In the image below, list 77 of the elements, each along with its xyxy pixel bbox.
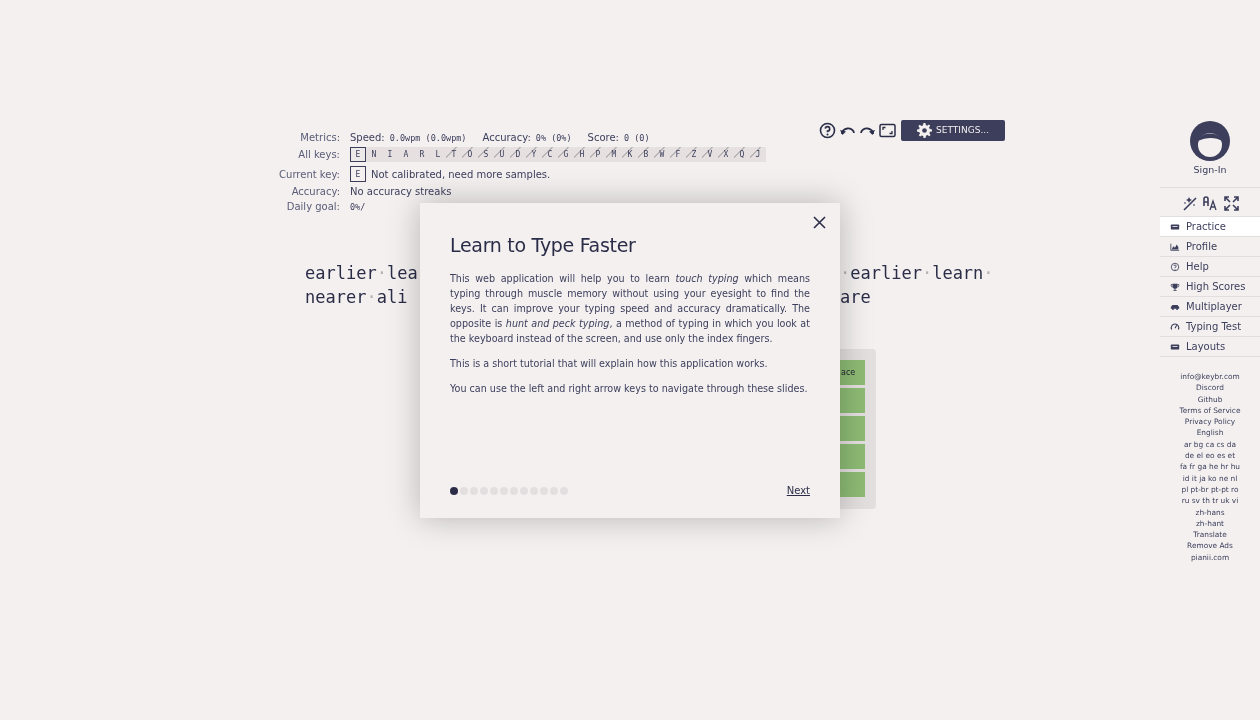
key-tile: U (494, 147, 510, 162)
key-tile: H (574, 147, 590, 162)
key-tile: T (446, 147, 462, 162)
field-label: All keys: (297, 149, 340, 160)
metric-label: Speed: (350, 132, 385, 143)
key-tile: M (606, 147, 622, 162)
keyboard-key (840, 444, 865, 469)
help-icon (1170, 261, 1180, 272)
dialog-title: Learn to Type Faster (450, 234, 637, 256)
key-tile: N (366, 147, 382, 162)
font-icon[interactable] (1202, 196, 1219, 211)
key-tile: V (702, 147, 718, 162)
key-tile: Q (734, 147, 750, 162)
trophy-icon (1170, 281, 1180, 292)
slide-dot[interactable] (450, 486, 458, 495)
metric-value: 0 (0) (624, 132, 650, 143)
keyboard-key (840, 388, 865, 413)
status-text: Not calibrated, need more samples. (371, 168, 551, 180)
lesson-text: earlier·lea (305, 263, 418, 283)
nav-item[interactable]: Typing Test (1160, 317, 1260, 337)
goal-value: 0%/ (350, 201, 367, 212)
close-button[interactable] (811, 214, 828, 231)
magic-wand-icon[interactable] (1181, 196, 1198, 211)
lesson-text: are (840, 286, 871, 309)
sign-in-link[interactable]: Sign-In (1193, 164, 1227, 175)
keyboard-key (840, 472, 865, 497)
key-tile: Y (526, 147, 542, 162)
fullscreen-icon[interactable] (879, 121, 897, 139)
metric-label: Accuracy: (482, 132, 531, 143)
help-icon[interactable] (819, 121, 837, 139)
nav-item[interactable]: Layouts (1160, 337, 1260, 357)
key-tile: E (350, 166, 366, 182)
nav-item[interactable]: High Scores (1160, 277, 1260, 297)
key-tile: R (414, 147, 430, 162)
key-tile: G (558, 147, 574, 162)
field-label: Current key: (278, 168, 340, 180)
dialog-paragraph: You can use the left and right arrow keys to navigate through these slides. (450, 382, 809, 396)
lesson-text: ·earlier·learn· (840, 262, 994, 285)
key-tile: W (654, 147, 670, 162)
key-tile: A (398, 147, 414, 162)
key-tile: J (750, 147, 766, 162)
key-tile: S (478, 147, 494, 162)
key-tile: F (670, 147, 686, 162)
key-tile: O (462, 147, 478, 162)
status-text: No accuracy streaks (350, 186, 453, 197)
nav-item[interactable]: Profile (1160, 237, 1260, 257)
expand-icon[interactable] (1223, 196, 1239, 211)
dialog-paragraph: This web application will help you to learn touch typing which means typing through muscle memory without using your eyesight to find the keys. It can improve your typing speed and accuracy dramatically. The opposite is hunt and peck typing, a method of typing in which you look at the keyboard instead of the screen, and use only the index fingers. (450, 272, 810, 346)
gauge-icon (1170, 321, 1180, 332)
metric-value: 0% (0%) (535, 132, 572, 143)
nav-item[interactable]: Multiplayer (1160, 297, 1260, 317)
lesson-text: nearer·ali (305, 287, 408, 307)
gear-icon (917, 122, 933, 138)
avatar-icon[interactable] (1190, 121, 1230, 161)
key-tile: D (510, 147, 526, 162)
metric-label: Score: (587, 132, 619, 143)
chart-icon (1170, 241, 1180, 252)
keyboard-key (840, 416, 865, 441)
key-tile: E (350, 147, 366, 162)
field-label: Accuracy: (290, 186, 340, 197)
dialog-paragraph: This is a short tutorial that will explain how this application works. (450, 357, 769, 371)
key-tile: Z (686, 147, 702, 162)
settings-button[interactable]: SETTINGS... (901, 119, 1005, 141)
key-tile: B (638, 147, 654, 162)
metric-value: 0.0wpm (0.0wpm) (389, 132, 467, 143)
key-tile: P (590, 147, 606, 162)
nav-item[interactable]: Practice (1160, 217, 1260, 237)
nav-item[interactable]: Help (1160, 257, 1260, 277)
key-tile: K (622, 147, 638, 162)
keyboard-key: ace (840, 360, 865, 385)
key-tile: I (382, 147, 398, 162)
field-label: Daily goal: (285, 201, 340, 212)
key-tile: C (542, 147, 558, 162)
next-link[interactable]: Next (786, 485, 810, 496)
key-tile: X (718, 147, 734, 162)
key-tile: L (430, 147, 446, 162)
field-label: Metrics: (299, 132, 340, 143)
